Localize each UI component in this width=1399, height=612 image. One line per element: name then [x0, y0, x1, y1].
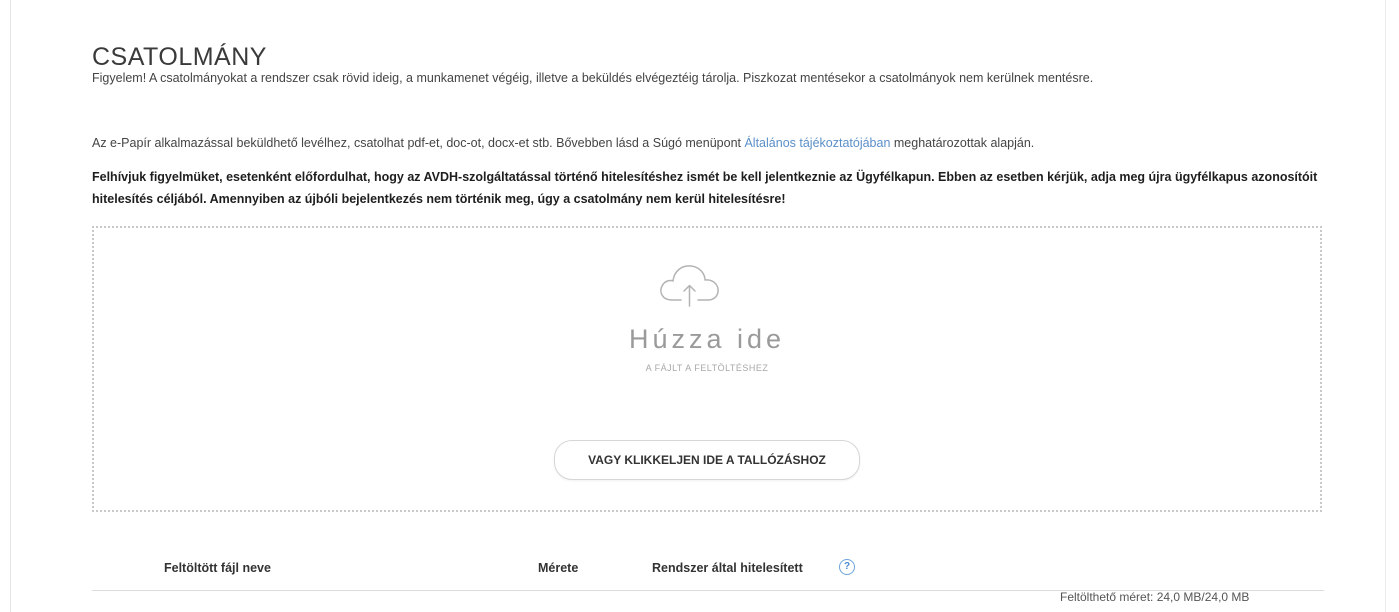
info-text-prefix: Az e-Papír alkalmazással beküldhető levé… [92, 136, 745, 150]
cloud-upload-icon [660, 265, 719, 307]
page-left-border [10, 0, 11, 612]
avdh-notice-text: Felhívjuk figyelmüket, esetenként előfor… [92, 170, 1318, 206]
dropzone-subtitle: A FÁJLT A FELTÖLTÉSHEZ [645, 363, 769, 373]
uploaded-files-table-header: Feltöltött fájl neve Mérete Rendszer ált… [92, 555, 1324, 591]
column-header-file-name: Feltöltött fájl neve [164, 561, 271, 575]
browse-files-button[interactable]: VAGY KLIKKELJEN IDE A TALLÓZÁSHOZ [554, 440, 860, 480]
dropzone-title: Húzza ide [628, 324, 786, 354]
info-text-suffix: meghatározottak alapján. [890, 136, 1035, 150]
upload-size-limit: Feltölthető méret: 24,0 MB/24,0 MB [1060, 590, 1250, 604]
warning-text: Figyelem! A csatolmányokat a rendszer cs… [92, 71, 1094, 85]
info-text: Az e-Papír alkalmazással beküldhető levé… [92, 132, 1324, 154]
help-guide-link[interactable]: Általános tájékoztatójában [744, 136, 890, 150]
question-mark-icon[interactable]: ? [839, 559, 855, 575]
column-header-authenticated: Rendszer által hitelesített [652, 561, 803, 575]
column-header-size: Mérete [538, 561, 579, 575]
file-dropzone[interactable]: Húzza ide A FÁJLT A FELTÖLTÉSHEZ VAGY KL… [92, 226, 1322, 512]
page-right-border [1385, 0, 1386, 612]
